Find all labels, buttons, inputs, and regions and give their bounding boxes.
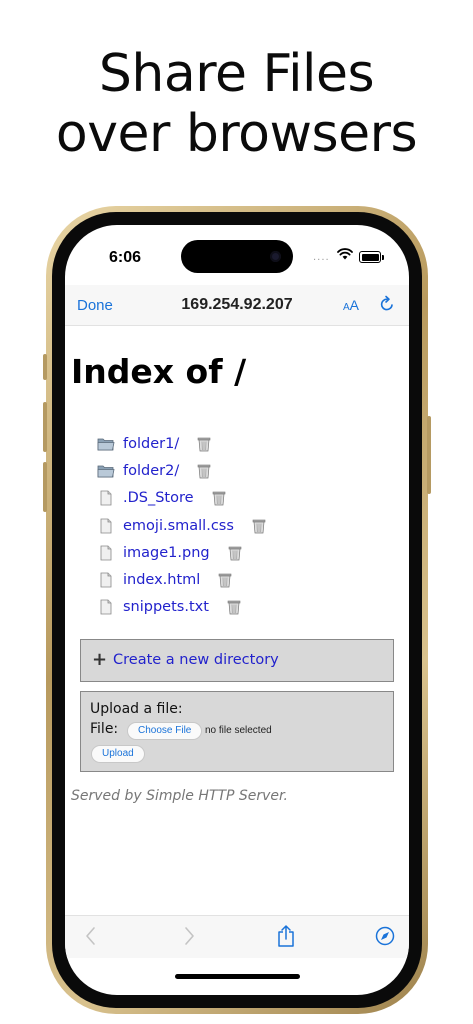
file-link[interactable]: index.html: [123, 572, 200, 588]
list-item: image1.png: [97, 539, 266, 566]
trash-icon[interactable]: [218, 572, 232, 588]
trash-icon[interactable]: [197, 436, 211, 452]
upload-button[interactable]: Upload: [91, 745, 145, 763]
choose-file-button[interactable]: Choose File: [127, 722, 203, 740]
list-item: index.html: [97, 566, 266, 593]
wifi-icon: [337, 248, 353, 260]
trash-icon[interactable]: [212, 490, 226, 506]
reload-icon[interactable]: [379, 295, 395, 313]
document-icon: [100, 600, 112, 615]
volume-up-button: [43, 402, 47, 452]
address-bar: Done 169.254.92.207 AA: [65, 285, 409, 326]
document-icon: [100, 545, 112, 561]
list-item: snippets.txt: [97, 594, 266, 621]
battery-icon: [359, 251, 384, 263]
status-bar: 6:06 ····: [65, 225, 409, 285]
dynamic-island: [181, 240, 293, 273]
trash-icon[interactable]: [252, 518, 266, 534]
silent-switch: [43, 354, 47, 380]
phone-bezel: 6:06 ···· Done 169.254.92.207 AA Index o…: [52, 212, 422, 1008]
phone-screen: 6:06 ···· Done 169.254.92.207 AA Index o…: [65, 225, 409, 995]
document-icon: [100, 572, 112, 588]
trash-icon[interactable]: [227, 599, 241, 615]
web-page: Index of / folder1/ folder2/ .DS_Store e…: [65, 326, 409, 916]
home-indicator: [175, 974, 300, 979]
folder-icon: [97, 438, 115, 451]
upload-title: Upload a file:: [90, 701, 183, 717]
back-icon[interactable]: [85, 926, 97, 946]
list-item: emoji.small.css: [97, 512, 266, 539]
list-item: .DS_Store: [97, 485, 266, 512]
file-link[interactable]: snippets.txt: [123, 599, 209, 615]
folder-icon: [97, 465, 115, 478]
create-directory-link[interactable]: Create a new directory: [113, 652, 279, 668]
phone-frame: 6:06 ···· Done 169.254.92.207 AA Index o…: [43, 206, 431, 1014]
camera-icon: [270, 251, 281, 262]
trash-icon[interactable]: [228, 545, 242, 561]
compass-icon[interactable]: [375, 926, 395, 946]
plus-icon: +: [92, 649, 108, 670]
file-label: File:: [90, 721, 119, 737]
footer-text: Served by Simple HTTP Server.: [71, 788, 288, 804]
document-icon: [100, 518, 112, 533]
list-item: folder1/: [97, 430, 266, 457]
page-title: Index of /: [71, 352, 247, 391]
file-link[interactable]: .DS_Store: [123, 490, 194, 506]
file-link[interactable]: folder1/: [123, 436, 179, 452]
file-list: folder1/ folder2/ .DS_Store emoji.small.…: [97, 430, 266, 621]
status-time: 6:06: [109, 249, 142, 266]
list-item: folder2/: [97, 457, 266, 484]
file-link[interactable]: image1.png: [123, 545, 210, 561]
file-link[interactable]: folder2/: [123, 463, 179, 479]
upload-panel: Upload a file: File: Choose File no file…: [80, 691, 394, 772]
headline-line-2: over browsers: [55, 104, 418, 164]
share-icon[interactable]: [277, 924, 295, 948]
text-size-button[interactable]: AA: [343, 297, 359, 313]
no-file-text: no file selected: [205, 725, 272, 736]
create-directory-panel[interactable]: + Create a new directory: [80, 639, 394, 682]
power-button: [427, 416, 431, 494]
browser-toolbar: [65, 915, 409, 958]
headline: Share Files over browsers: [0, 44, 473, 164]
volume-down-button: [43, 462, 47, 512]
trash-icon[interactable]: [197, 463, 211, 479]
file-link[interactable]: emoji.small.css: [123, 518, 234, 534]
forward-icon[interactable]: [183, 926, 195, 946]
headline-line-1: Share Files: [98, 44, 375, 104]
cellular-signal-icon: ····: [313, 255, 330, 266]
document-icon: [100, 490, 112, 506]
